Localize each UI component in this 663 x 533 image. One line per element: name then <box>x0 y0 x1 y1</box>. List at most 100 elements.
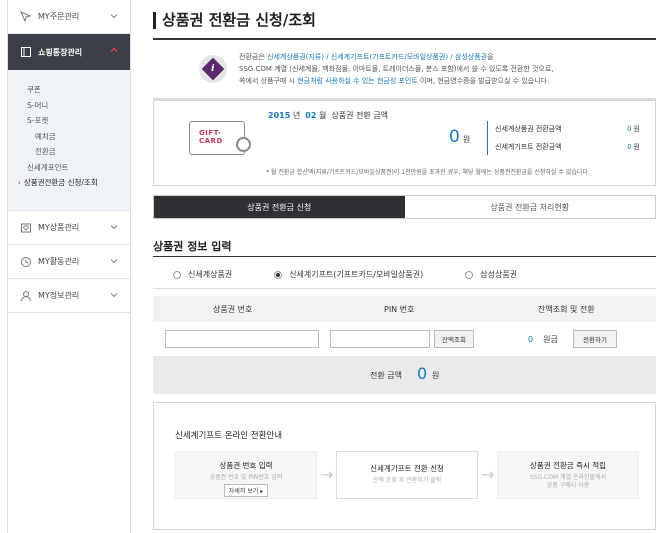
conversion-total-bar: 전환 금액 0 원 <box>153 356 656 394</box>
gift-card-icon: GIFT- CARD <box>189 121 251 155</box>
conversion-label: 전환 금액 <box>370 371 402 380</box>
summary-divider <box>487 121 488 155</box>
info-link-giftcards: 신세계상품권(지류) / 신세계기프트(기프트카드/모바일상품권) / 삼성상품… <box>267 53 488 61</box>
radio-shinsegae-gift[interactable]: 신세계기프트(기프트카드/모바일상품권) <box>274 269 423 280</box>
tab-status[interactable]: 상품권 전환금 처리현황 <box>404 196 655 218</box>
sidebar-item-my-order[interactable]: MY주문관리 <box>8 0 130 34</box>
radio-samsung[interactable]: 삼성상품권 <box>465 269 517 280</box>
cursor-icon <box>19 10 32 23</box>
section-divider <box>153 256 656 257</box>
submenu-shinsegae-point[interactable]: 신세계포인트 <box>8 160 130 176</box>
conversion-amount: 0 <box>417 364 428 383</box>
summary-sub-value: 0 <box>627 125 632 133</box>
tab-apply[interactable]: 상품권 전환금 신청 <box>154 196 405 218</box>
submenu-giftcard-conversion[interactable]: › 상품권전환금 신청/조회 <box>8 175 130 191</box>
passbook-icon <box>19 46 32 59</box>
guide-title: 신세계기프트 온라인 전환안내 <box>175 431 283 441</box>
radio-label: 삼성상품권 <box>480 270 518 279</box>
pin-input[interactable] <box>330 330 430 348</box>
info-text-part: 이며, 현금영수증을 발급받으실 수 있습니다. <box>417 77 550 85</box>
guide-step-1: 상품권 번호 입력 상품권 번호 및 PIN번호 입력 자세히 보기 ▸ <box>175 451 317 499</box>
step-title: 신세계기프트 전환 신청 <box>370 464 444 473</box>
summary-total-unit: 원 <box>462 135 471 144</box>
gift-card-text-2: CARD <box>199 137 223 145</box>
tab-bar: 상품권 전환금 신청 상품권 전환금 처리현황 <box>153 195 656 219</box>
sidebar-item-my-activity[interactable]: MY활동관리 <box>8 245 130 279</box>
sidebar-item-label: MY상품관리 <box>38 223 80 232</box>
sidebar-item-label: MY정보관리 <box>38 291 80 300</box>
sidebar-submenu: 쿠폰 S-머니 S-포켓 예치금 전환금 신세계포인트 › 상품권전환금 신청/조… <box>8 70 130 211</box>
summary-year: 2015 <box>268 111 291 120</box>
card-number-input[interactable] <box>165 330 319 348</box>
conversion-guide: 신세계기프트 온라인 전환안내 상품권 번호 입력 상품권 번호 및 PIN번호… <box>153 402 656 530</box>
convert-button[interactable]: 전환하기 <box>573 330 617 348</box>
summary-sub-shinsegae: 신세계상품권 전환금액 0원 <box>495 124 640 134</box>
section-title: 상품권 정보 입력 <box>153 240 232 253</box>
step-desc: 상품권 번호 및 PIN번호 입력 <box>209 474 283 481</box>
summary-total: 0원 <box>449 127 470 147</box>
balance-unit: 원금 <box>543 335 558 344</box>
balance-check-button[interactable]: 잔액조회 <box>434 330 474 348</box>
radio-dot <box>465 270 474 279</box>
table-row: 잔액조회 0 원금 전환하기 <box>153 322 656 356</box>
step-title: 상품권 번호 입력 <box>219 461 273 470</box>
current-marker-icon: › <box>18 179 21 187</box>
sidebar-item-my-product[interactable]: MY상품관리 <box>8 211 130 245</box>
radio-dot <box>274 270 283 279</box>
radio-label: 신세계기프트(기프트카드/모바일상품권) <box>289 270 424 279</box>
summary-month: 02 <box>305 111 317 120</box>
summary-topbar <box>153 98 656 101</box>
step-desc-line: 상품 구매시 사용 <box>546 482 590 489</box>
info-icon: i <box>199 55 227 83</box>
heart-box-icon <box>19 221 32 234</box>
chevron-down-icon <box>110 225 118 230</box>
guide-step-2: 신세계기프트 전환 신청 잔액 조회 후 전환하기 클릭 <box>336 451 478 499</box>
chevron-down-icon <box>110 259 118 264</box>
summary-sub-unit: 원 <box>633 125 640 133</box>
chevron-down-icon <box>110 293 118 298</box>
info-box: i 전환금은 신세계상품권(지류) / 신세계기프트(기프트카드/모바일상품권)… <box>199 48 649 90</box>
user-icon <box>19 289 32 302</box>
info-text-part: 을 <box>487 53 494 61</box>
submenu-conversion[interactable]: 전환금 <box>8 144 130 160</box>
header-pin: PIN 번호 <box>384 305 415 314</box>
summary-sub-label: 신세계기프트 전환금액 <box>495 143 562 151</box>
table-header: 상품권 번호 PIN 번호 잔액조회 및 전환 <box>153 296 656 322</box>
summary-date: 2015 년 02 월 상품권 전환 금액 <box>268 110 388 121</box>
giftcard-type-radios: 신세계상품권 신세계기프트(기프트카드/모바일상품권) 삼성상품권 <box>173 269 559 280</box>
submenu-s-pocket[interactable]: S-포켓 <box>8 113 130 129</box>
sidebar: MY주문관리 쇼핑통장관리 쿠폰 S-머니 S-포켓 예치금 전환금 신세계포인… <box>7 0 131 533</box>
arrow-right-icon: → <box>320 465 334 484</box>
sidebar-item-label: MY활동관리 <box>38 257 80 266</box>
summary-date-label: 상품권 전환 금액 <box>331 111 389 120</box>
submenu-s-money[interactable]: S-머니 <box>8 98 130 114</box>
info-text: 전환금은 신세계상품권(지류) / 신세계기프트(기프트카드/모바일상품권) /… <box>239 51 659 87</box>
summary-sub-label: 신세계상품권 전환금액 <box>495 125 562 133</box>
summary-year-unit: 년 <box>292 111 301 120</box>
submenu-coupon[interactable]: 쿠폰 <box>8 82 130 98</box>
balance-value: 0 원금 <box>528 334 558 345</box>
page-title: 상품권 전환금 신청/조회 <box>153 12 316 29</box>
summary-total-value: 0 <box>449 127 460 147</box>
submenu-deposit[interactable]: 예치금 <box>8 129 130 145</box>
sidebar-item-label: MY주문관리 <box>38 12 80 21</box>
radio-shinsegae[interactable]: 신세계상품권 <box>173 269 232 280</box>
gift-card-text-1: GIFT- <box>199 129 222 137</box>
sidebar-item-my-info[interactable]: MY정보관리 <box>8 279 130 313</box>
submenu-label: 상품권전환금 신청/조회 <box>23 178 98 187</box>
summary-month-unit: 월 <box>318 111 327 120</box>
sidebar-item-shopping-account[interactable]: 쇼핑통장관리 <box>8 34 130 70</box>
header-card-number: 상품권 번호 <box>213 305 253 314</box>
step-desc-line: SSG.COM 계열 온라인몰에서 <box>529 474 607 481</box>
chevron-down-icon <box>110 14 118 19</box>
conversion-unit: 원 <box>432 371 440 380</box>
title-divider <box>153 38 656 40</box>
sidebar-item-label: 쇼핑통장관리 <box>38 47 83 57</box>
gift-card-ring <box>236 137 251 152</box>
step-desc: 잔액 조회 후 전환하기 클릭 <box>372 477 442 484</box>
guide-step-3: 상품권 전환금 즉시 적립 SSG.COM 계열 온라인몰에서 상품 구매시 사용 <box>497 451 639 499</box>
clock-icon <box>19 255 32 268</box>
info-line-2: SSG.COM 계열 (신세계몰, 백화점몰, 이마트몰, 트레이더스몰, 분스… <box>239 65 554 73</box>
more-details-button[interactable]: 자세히 보기 ▸ <box>223 484 269 497</box>
step-desc: SSG.COM 계열 온라인몰에서 상품 구매시 사용 <box>498 474 638 490</box>
